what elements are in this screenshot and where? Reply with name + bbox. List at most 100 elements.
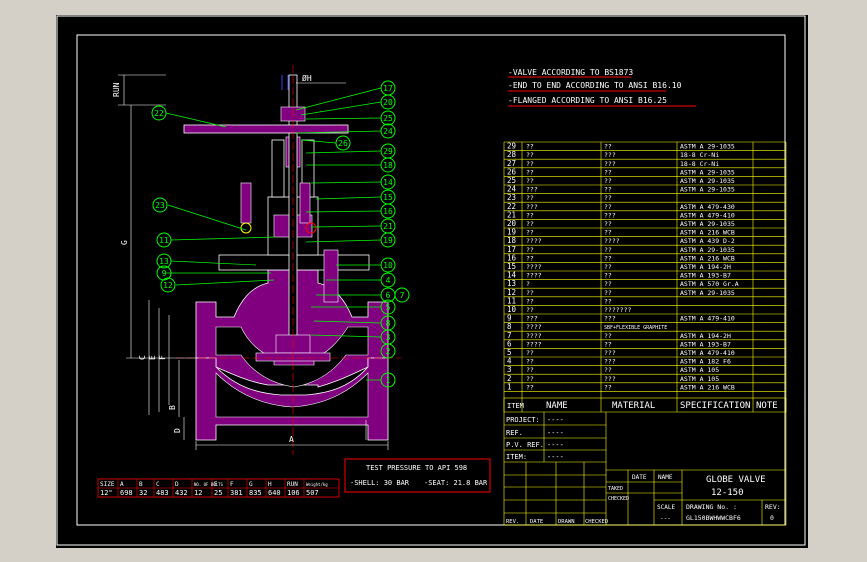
bom-row: 8???? SBF+FLEXIBLE GRAPHITE — [507, 322, 667, 331]
bom-row: 5????? ASTM A 479-410 — [507, 348, 735, 357]
tb-rev-label: REV: — [765, 503, 781, 511]
bom-cell-name: ??? — [526, 315, 538, 323]
balloon-7: 7 — [394, 287, 410, 303]
bom-cell-spec: ASTM A 479-410 — [680, 315, 735, 323]
svg-text:21: 21 — [383, 222, 393, 231]
balloon-22: 22 — [151, 105, 167, 121]
bom-cell-spec: ASTM A 479-430 — [680, 203, 735, 211]
bom-cell-spec: ASTM A 216 WCB — [680, 383, 735, 391]
dim-header-cell: C — [156, 481, 160, 488]
bom-cell-material: ??? — [604, 151, 616, 159]
bom-row: 4????? ASTM A 182 F6 — [507, 357, 731, 366]
inner-border — [76, 34, 786, 526]
item-value: ---- — [547, 453, 564, 461]
bom-cell-material: ?? — [604, 297, 612, 305]
balloon-15: 15 — [380, 189, 396, 205]
dim-header-cell: SIZE — [100, 481, 115, 488]
dim-header-cell: RUN — [287, 481, 298, 488]
bom-cell-name: ?? — [526, 349, 534, 357]
handwheel — [183, 124, 349, 134]
dim-value-cell: 381 — [230, 489, 243, 497]
bom-cell-spec: ASTM A 570 Gr.A — [680, 280, 739, 288]
bom-row: 24????? ASTM A 29-1035 — [507, 185, 735, 194]
bom-header-name: NAME — [546, 401, 568, 411]
bom-cell-spec: ASTM A 29-1035 — [680, 168, 735, 176]
dim-header-cell: H — [268, 481, 272, 488]
bom-cell-material: ?? — [604, 203, 612, 211]
ref-label: REF. — [506, 429, 523, 437]
dim-header-cell: B — [139, 481, 143, 488]
tb-name: NAME — [658, 474, 673, 481]
dim-run: RUN — [112, 82, 121, 97]
dim-header-cell: G — [249, 481, 253, 488]
bom-cell-name: ??? — [526, 203, 538, 211]
bom-cell-spec: ASTM A 193-B7 — [680, 340, 731, 348]
bom-row: 1???? ASTM A 216 WCB — [507, 382, 735, 391]
bom-cell-spec: ASTM A 216 WCB — [680, 229, 735, 237]
balloon-11: 11 — [156, 232, 172, 248]
bom-cell-name: ?? — [526, 160, 534, 168]
bom-cell-material: ???? — [604, 237, 620, 245]
bom-header-spec: SPECIFICATION — [680, 401, 750, 411]
bom-cell-material: ??? — [604, 358, 616, 366]
bom-cell-name: ???? — [526, 340, 542, 348]
svg-text:13: 13 — [159, 257, 169, 266]
svg-text:17: 17 — [383, 84, 393, 93]
bom-cell-spec: ASTM A 105 — [680, 375, 719, 383]
tb-taked: TAKED — [608, 486, 623, 492]
bom-cell-material: ?? — [604, 186, 612, 194]
item-label: ITEM: — [506, 453, 527, 461]
bom-cell-name: ?? — [526, 143, 534, 151]
bom-cell-name: ?? — [526, 358, 534, 366]
tb-scale-value: --- — [660, 515, 671, 522]
svg-text:12: 12 — [163, 281, 173, 290]
bom-cell-name: ?? — [526, 289, 534, 297]
svg-text:23: 23 — [155, 201, 165, 210]
bom-cell-spec: ASTM A 182 F6 — [680, 358, 731, 366]
balloon-20: 20 — [380, 94, 396, 110]
bom-cell-name: ?? — [526, 254, 534, 262]
yoke-left — [271, 139, 285, 198]
dim-value-cell: 507 — [306, 489, 319, 497]
dim-value-cell: 12" — [100, 489, 113, 497]
bolt-left — [240, 182, 252, 224]
bom-cell-spec: ASTM A 29-1035 — [680, 143, 735, 151]
balloon-23: 23 — [152, 197, 168, 213]
bom-cell-material: ?? — [604, 220, 612, 228]
bom-cell-spec: ASTM A 193-B7 — [680, 272, 731, 280]
balloon-21: 21 — [380, 218, 396, 234]
bom-row: 15?????? ASTM A 194-2H — [507, 262, 731, 271]
bom-cell-spec: ASTM A 479-410 — [680, 211, 735, 219]
bom-row: 12???? ASTM A 29-1035 — [507, 288, 735, 297]
svg-text:8: 8 — [386, 319, 391, 328]
bom-row: 2????? ASTM A 105 — [507, 374, 719, 383]
cad-viewport[interactable]: -VALVE ACCORDING TO BS1873 -END TO END A… — [56, 15, 808, 548]
bom-row: 23???? — [507, 193, 612, 202]
bom-cell-name: ?? — [526, 246, 534, 254]
bom-cell-material: SBF+FLEXIBLE GRAPHITE — [604, 325, 667, 331]
tb-drawn: DRAWN — [558, 519, 575, 525]
bom-row: 9?????? ASTM A 479-410 — [507, 314, 735, 323]
svg-text:6: 6 — [386, 291, 391, 300]
bom-cell-spec: ASTM A 29-1035 — [680, 246, 735, 254]
test-pressure-title: TEST PRESSURE TO API 598 — [366, 464, 467, 472]
dim-value-cell: 835 — [249, 489, 262, 497]
dim-header-cell: NO. OF BOLTS — [194, 482, 223, 487]
balloon-19: 19 — [380, 232, 396, 248]
bom-row: 10????????? — [507, 305, 631, 314]
svg-text:26: 26 — [338, 139, 348, 148]
bom-cell-spec: ASTM A 194-2H — [680, 332, 731, 340]
bom-cell-material: ?? — [604, 229, 612, 237]
test-pressure-seat: -SEAT: 21.8 BAR — [424, 479, 488, 487]
dim-phi-h: ØH — [302, 73, 312, 83]
bom-row: 18???????? ASTM A 439 D-2 — [507, 236, 735, 245]
bom-row: 29???? ASTM A 29-1035 — [507, 142, 735, 151]
svg-text:19: 19 — [383, 236, 393, 245]
bom-cell-item: 1 — [507, 382, 512, 391]
bom-cell-spec: ASTM A 439 D-2 — [680, 237, 735, 245]
bom-cell-material: ?? — [604, 289, 612, 297]
notes: -VALVE ACCORDING TO BS1873 -END TO END A… — [508, 68, 682, 105]
svg-text:2: 2 — [386, 347, 391, 356]
bom-cell-material: ??? — [604, 315, 616, 323]
body-bolt — [323, 249, 339, 303]
